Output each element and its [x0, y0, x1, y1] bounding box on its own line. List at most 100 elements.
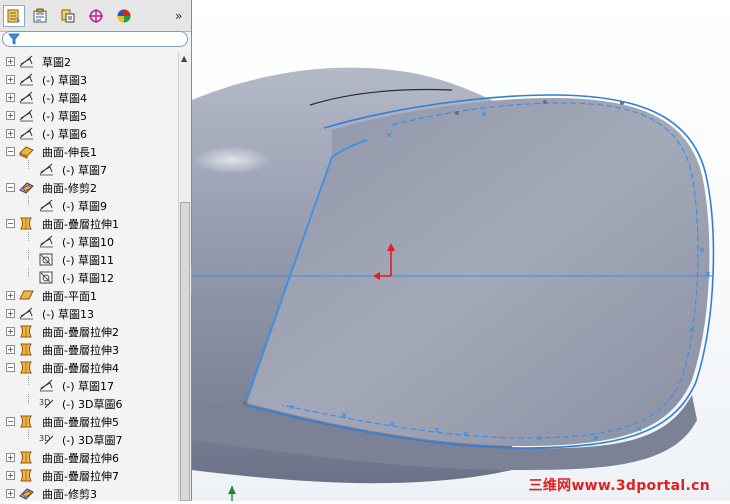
tree-item[interactable]: − 曲面-伸長1 [0, 142, 178, 160]
tree-item-label: (-) 草圖13 [42, 308, 95, 321]
tree-item-label: (-) 草圖4 [42, 92, 88, 105]
tree-item[interactable]: (-) 草圖7 [0, 160, 178, 178]
3d-sketch-icon: 3D [38, 431, 55, 447]
tree-item-label: 曲面-疊層拉伸5 [42, 416, 119, 429]
tree-item[interactable]: − 曲面-疊層拉伸4 [0, 358, 178, 376]
collapse-toggle-icon[interactable]: − [6, 417, 15, 426]
3d-model-view[interactable] [192, 0, 730, 501]
tab-feature-manager[interactable] [3, 5, 25, 27]
sketch-icon [38, 161, 55, 177]
expand-toggle-icon[interactable]: + [6, 327, 15, 336]
tree-item[interactable]: − 曲面-修剪2 [0, 178, 178, 196]
tree-item-label: (-) 草圖9 [62, 200, 108, 213]
surface-loft-icon [18, 215, 35, 231]
surface-loft-icon [18, 413, 35, 429]
tree-item[interactable]: + (-) 草圖5 [0, 106, 178, 124]
expand-toggle-icon[interactable]: + [6, 345, 15, 354]
surface-loft-icon [18, 467, 35, 483]
tree-guide-line [28, 232, 29, 241]
scroll-up-arrow-icon[interactable]: ▲ [181, 54, 187, 63]
feature-tree-icon [7, 9, 20, 23]
tree-item[interactable]: 3D (-) 3D草圖7 [0, 430, 178, 448]
tree-item-label: (-) 3D草圖7 [62, 434, 123, 447]
tree-item-label: 曲面-平面1 [42, 290, 97, 303]
collapse-toggle-icon[interactable]: − [6, 219, 15, 228]
tree-item[interactable]: + 曲面-疊層拉伸7 [0, 466, 178, 484]
sketch-icon [18, 125, 35, 141]
tree-item[interactable]: + 曲面-修剪3 [0, 484, 178, 501]
surface-extrude-icon [18, 143, 35, 159]
sketch-icon [38, 377, 55, 393]
collapse-toggle-icon[interactable]: − [6, 363, 15, 372]
configuration-manager-icon [61, 9, 75, 23]
expand-toggle-icon[interactable]: + [6, 93, 15, 102]
expand-toggle-icon[interactable]: + [6, 129, 15, 138]
svg-text:3D: 3D [39, 434, 50, 443]
sketch-icon [38, 197, 55, 213]
tree-scrollbar[interactable]: ▲ [178, 52, 191, 501]
graphics-viewport[interactable]: 三维网www.3dportal.cn [192, 0, 730, 501]
collapse-toggle-icon[interactable]: − [6, 183, 15, 192]
tree-item[interactable]: + (-) 草圖3 [0, 70, 178, 88]
3d-sketch-icon: 3D [38, 395, 55, 411]
tree-item-label: (-) 草圖7 [62, 164, 108, 177]
scrollbar-thumb[interactable] [180, 202, 190, 501]
axis-marker-icon [228, 486, 236, 501]
sketch-icon [18, 71, 35, 87]
tree-item-label: 草圖2 [42, 56, 71, 69]
expand-toggle-icon[interactable]: + [6, 291, 15, 300]
tree-item[interactable]: − 曲面-疊層拉伸1 [0, 214, 178, 232]
tree-item-label: 曲面-疊層拉伸6 [42, 452, 119, 465]
tree-item-label: 曲面-伸長1 [42, 146, 97, 159]
surface-trim-icon [18, 179, 35, 195]
sketch-icon [18, 107, 35, 123]
tree-guide-line [28, 250, 29, 259]
tree-item[interactable]: + 草圖2 [0, 52, 178, 70]
tree-item[interactable]: 3D (-) 3D草圖6 [0, 394, 178, 412]
sketch-icon [18, 89, 35, 105]
tree-guide-line [28, 160, 29, 169]
tree-item[interactable]: (-) 草圖9 [0, 196, 178, 214]
filter-input[interactable] [23, 33, 183, 45]
more-tabs-chevron[interactable]: » [175, 9, 182, 23]
tree-guide-line [28, 394, 29, 403]
tree-item[interactable]: + 曲面-疊層拉伸2 [0, 322, 178, 340]
tree-item[interactable]: (-) 草圖17 [0, 376, 178, 394]
tab-display-manager[interactable] [113, 5, 135, 27]
tree-item-label: (-) 草圖6 [42, 128, 88, 141]
collapse-toggle-icon[interactable]: − [6, 147, 15, 156]
tree-item[interactable]: + 曲面-平面1 [0, 286, 178, 304]
tree-item[interactable]: − 曲面-疊層拉伸5 [0, 412, 178, 430]
tree-item[interactable]: + 曲面-疊層拉伸3 [0, 340, 178, 358]
surface-trim-icon [18, 485, 35, 501]
tab-configuration-manager[interactable] [57, 5, 79, 27]
surface-loft-icon [18, 323, 35, 339]
sketch-icon [18, 305, 35, 321]
tree-guide-line [28, 268, 29, 277]
expand-toggle-icon[interactable]: + [6, 57, 15, 66]
tree-item[interactable]: (-) 草圖12 [0, 268, 178, 286]
expand-toggle-icon[interactable]: + [6, 309, 15, 318]
svg-text:3D: 3D [39, 398, 50, 407]
tree-item-label: 曲面-疊層拉伸2 [42, 326, 119, 339]
tree-item[interactable]: + (-) 草圖13 [0, 304, 178, 322]
expand-toggle-icon[interactable]: + [6, 471, 15, 480]
expand-toggle-icon[interactable]: + [6, 75, 15, 84]
tree-item[interactable]: (-) 草圖10 [0, 232, 178, 250]
expand-toggle-icon[interactable]: + [6, 111, 15, 120]
tree-item[interactable]: (-) 草圖11 [0, 250, 178, 268]
tree-item-label: (-) 草圖17 [62, 380, 115, 393]
tab-dimxpert-manager[interactable] [85, 5, 107, 27]
tree-item[interactable]: + (-) 草圖4 [0, 88, 178, 106]
surface-loft-icon [18, 359, 35, 375]
tree-item-label: (-) 草圖11 [62, 254, 115, 267]
expand-toggle-icon[interactable]: + [6, 489, 15, 498]
tree-item[interactable]: + (-) 草圖6 [0, 124, 178, 142]
tree-item-label: (-) 草圖5 [42, 110, 88, 123]
tab-property-manager[interactable] [29, 5, 51, 27]
tree-item[interactable]: + 曲面-疊層拉伸6 [0, 448, 178, 466]
tree-item-label: 曲面-修剪3 [42, 488, 97, 501]
expand-toggle-icon[interactable]: + [6, 453, 15, 462]
property-manager-icon [33, 8, 47, 23]
tree-filter[interactable] [2, 31, 188, 47]
